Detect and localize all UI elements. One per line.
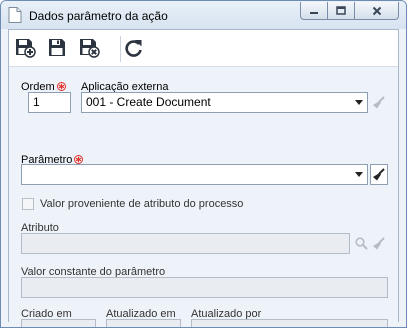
external-app-value: 001 - Create Document — [86, 95, 211, 109]
from-process-attribute-label: Valor proveniente de atributo do process… — [40, 198, 244, 210]
broom-icon — [373, 167, 385, 180]
dropdown-arrow-icon — [355, 172, 363, 177]
search-icon — [354, 237, 368, 250]
save-close-icon — [80, 39, 100, 58]
toolbar-separator — [120, 36, 121, 62]
attribute-field[interactable] — [21, 233, 350, 254]
save-new-button[interactable] — [13, 37, 37, 59]
created-on-field — [21, 319, 96, 327]
save-icon — [49, 39, 65, 56]
maximize-icon — [336, 6, 346, 15]
parameter-select[interactable] — [21, 164, 368, 185]
attribute-clear-button[interactable] — [370, 233, 388, 254]
window-title: Dados parâmetro da ação — [29, 9, 168, 23]
external-app-select[interactable]: 001 - Create Document — [81, 92, 368, 113]
maximize-button[interactable] — [327, 2, 354, 20]
refresh-button[interactable] — [122, 37, 146, 59]
window-controls — [300, 2, 399, 20]
broom-icon — [373, 236, 385, 249]
parameter-clear-button[interactable] — [370, 164, 388, 185]
close-icon — [372, 6, 381, 15]
save-new-icon — [16, 39, 36, 58]
minimize-icon — [310, 11, 318, 14]
close-button[interactable] — [354, 2, 399, 20]
required-icon — [56, 82, 66, 91]
updated-on-field — [106, 319, 181, 327]
from-process-attribute-checkbox[interactable] — [22, 198, 34, 210]
minimize-button[interactable] — [300, 2, 327, 20]
dropdown-arrow-icon — [355, 100, 363, 105]
save-button[interactable] — [45, 37, 69, 59]
refresh-icon — [125, 40, 142, 57]
parameter-form: Ordem 1 Aplicação externa 001 - Create D… — [9, 67, 398, 327]
constant-value-field[interactable] — [21, 277, 388, 298]
toolbar — [9, 30, 398, 66]
dialog-window: Dados parâmetro da ação Ordem 1 Aplicaçã… — [0, 0, 407, 328]
save-close-button[interactable] — [77, 37, 101, 59]
broom-icon — [373, 95, 385, 108]
required-icon — [74, 155, 84, 164]
title-bar[interactable]: Dados parâmetro da ação — [1, 1, 406, 29]
order-field[interactable]: 1 — [28, 92, 71, 113]
external-app-clear-button[interactable] — [370, 92, 388, 113]
dialog-content: Ordem 1 Aplicação externa 001 - Create D… — [8, 29, 399, 327]
document-icon — [8, 7, 22, 23]
updated-by-field — [191, 319, 388, 327]
attribute-search-button[interactable] — [352, 233, 370, 254]
